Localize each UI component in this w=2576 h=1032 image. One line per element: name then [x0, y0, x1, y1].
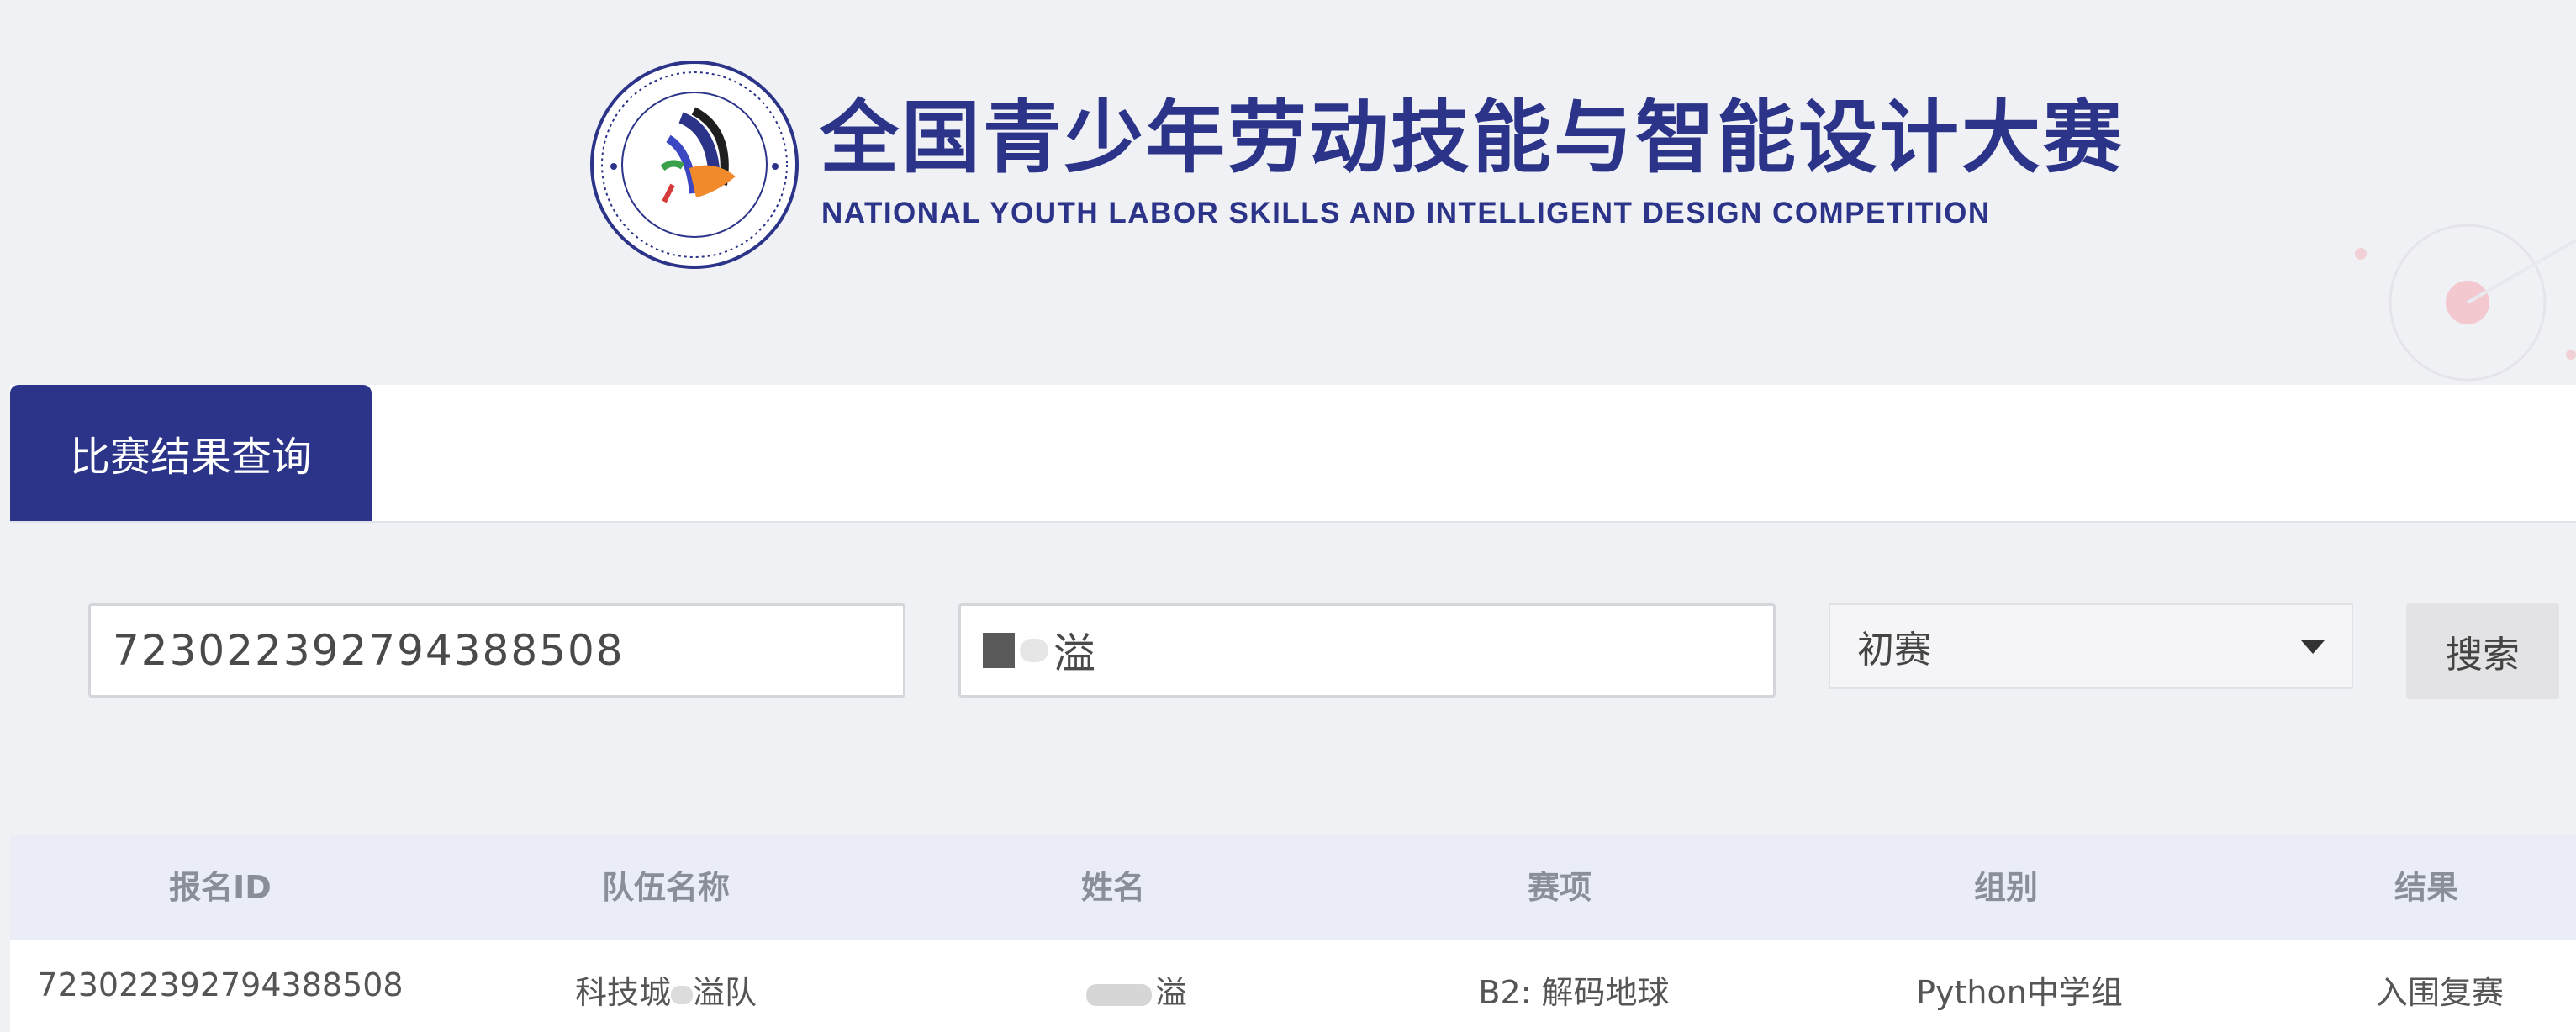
name-visible-part: 溢	[1154, 974, 1188, 1011]
name-value: 溢	[1053, 629, 1097, 678]
tab-competition-result-query[interactable]: 比赛结果查询	[10, 385, 372, 521]
chevron-down-icon	[2301, 640, 2325, 654]
cell-registration-id: 723022392794388508	[37, 966, 404, 1003]
table-header-row: 报名ID 队伍名称 姓名 赛项 组别 结果	[10, 835, 2576, 940]
cell-name: 溢	[1085, 966, 1188, 1013]
cell-team-name: 科技城 溢队	[575, 966, 757, 1013]
column-header-group: 组别	[1973, 869, 2039, 906]
team-name-prefix: 科技城	[574, 974, 671, 1011]
name-input[interactable]: 溢	[958, 603, 1776, 698]
registration-id-input[interactable]: 723022392794388508	[88, 603, 905, 698]
competition-title-cn: 全国青少年劳动技能与智能设计大赛	[820, 92, 2125, 184]
decorative-circles	[2355, 224, 2576, 382]
column-header-team-name: 队伍名称	[601, 869, 731, 906]
cell-group: Python中学组	[1916, 974, 2123, 1011]
stage-select-value: 初赛	[1857, 629, 1931, 671]
redacted-team-part	[671, 985, 693, 1004]
column-header-result: 结果	[2394, 869, 2459, 906]
redacted-name-part	[1085, 983, 1152, 1006]
redacted-name-part	[1020, 639, 1048, 662]
search-button[interactable]: 搜索	[2406, 603, 2559, 699]
team-name-suffix: 溢队	[693, 974, 757, 1011]
column-header-event: 赛项	[1527, 869, 1592, 906]
competition-title-en: NATIONAL YOUTH LABOR SKILLS AND INTELLIG…	[821, 197, 1991, 229]
table-row[interactable]: 723022392794388508 科技城 溢队 溢 B2: 解码地球 Pyth…	[10, 940, 2576, 1032]
column-header-registration-id: 报名ID	[169, 869, 272, 906]
cell-result: 入围复赛	[2375, 974, 2505, 1011]
competition-emblem-icon	[590, 61, 799, 269]
redacted-name-part	[983, 633, 1015, 668]
stage-select[interactable]: 初赛	[1829, 603, 2353, 689]
registration-id-value: 723022392794388508	[113, 626, 625, 675]
tab-bar: 比赛结果查询	[10, 385, 2576, 523]
column-header-name: 姓名	[1080, 869, 1146, 906]
cell-event: B2: 解码地球	[1478, 974, 1670, 1011]
